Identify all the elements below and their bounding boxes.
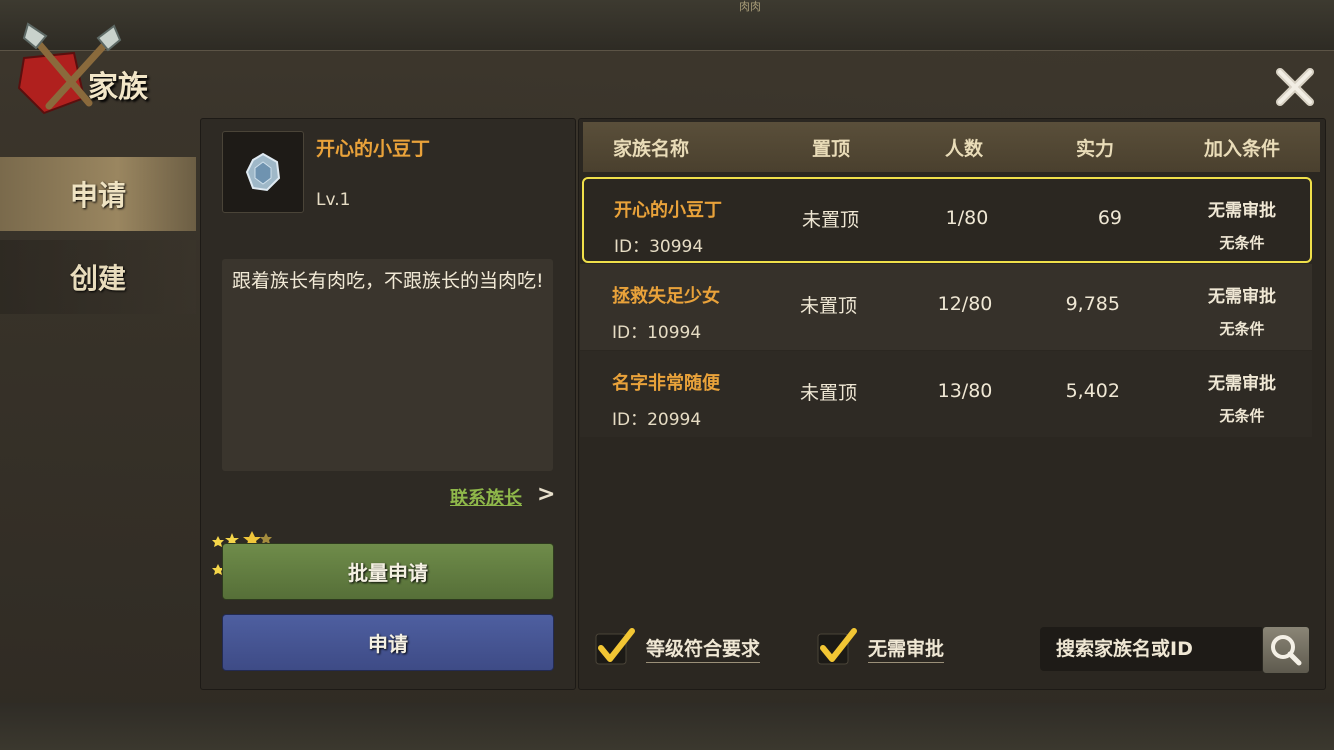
- close-icon[interactable]: [1274, 66, 1316, 108]
- apply-button[interactable]: 申请: [222, 614, 554, 671]
- join-condition-cell: 无需审批: [1208, 201, 1276, 221]
- pin-status-cell: 未置顶: [800, 382, 858, 404]
- contact-leader-link[interactable]: 联系族长: [450, 484, 522, 510]
- join-requirement-cell: 无条件: [1219, 407, 1265, 425]
- chevron-right-icon[interactable]: >: [537, 482, 555, 507]
- column-header-members: 人数: [945, 138, 984, 160]
- tab-create[interactable]: 创建: [0, 240, 196, 314]
- join-condition-cell: 无需审批: [1208, 287, 1276, 307]
- bottom-scene-strip: [0, 703, 1334, 750]
- column-header-power: 实力: [1076, 138, 1115, 160]
- top-scene-strip: 肉肉: [0, 0, 1334, 50]
- no-approval-filter-label[interactable]: 无需审批: [868, 634, 945, 663]
- batch-apply-button[interactable]: 批量申请: [222, 543, 554, 600]
- checkmark-icon[interactable]: [594, 626, 636, 668]
- power-cell: 9,785: [1065, 293, 1120, 315]
- table-row[interactable]: 开心的小豆丁 ID：30994 未置顶 1/80 69 无需审批 无条件: [582, 177, 1312, 263]
- join-requirement-cell: 无条件: [1219, 234, 1265, 252]
- member-count-cell: 12/80: [937, 293, 993, 315]
- clan-name-cell: 拯救失足少女: [612, 286, 720, 307]
- clan-avatar: [222, 131, 304, 213]
- pin-status-cell: 未置顶: [800, 295, 858, 317]
- search-input[interactable]: [1040, 627, 1266, 671]
- clan-name-cell: 名字非常随便: [612, 373, 720, 394]
- level-match-filter-label[interactable]: 等级符合要求: [646, 634, 761, 663]
- member-count-cell: 1/80: [945, 207, 989, 229]
- clan-id-cell: ID：10994: [612, 323, 702, 343]
- table-row[interactable]: 拯救失足少女 ID：10994 未置顶 12/80 9,785 无需审批 无条件: [580, 264, 1312, 350]
- member-count-cell: 13/80: [937, 380, 993, 402]
- clan-description: 跟着族长有肉吃，不跟族长的当肉吃!: [232, 270, 544, 292]
- selected-clan-name: 开心的小豆丁: [316, 138, 431, 160]
- clan-crystal-icon: [245, 152, 281, 192]
- search-icon[interactable]: [1262, 626, 1310, 674]
- selected-clan-level: Lv.1: [316, 190, 351, 210]
- clan-id-cell: ID：20994: [612, 410, 702, 430]
- join-condition-cell: 无需审批: [1208, 374, 1276, 394]
- power-cell: 69: [1097, 207, 1122, 229]
- column-header-pin: 置顶: [812, 138, 851, 160]
- page-title: 家族: [88, 70, 148, 105]
- power-cell: 5,402: [1065, 380, 1120, 402]
- table-row[interactable]: 名字非常随便 ID：20994 未置顶 13/80 5,402 无需审批 无条件: [580, 351, 1312, 437]
- top-scene-label: 肉肉: [739, 0, 761, 13]
- column-header-conditions: 加入条件: [1204, 138, 1281, 160]
- join-requirement-cell: 无条件: [1219, 320, 1265, 338]
- checkmark-icon[interactable]: [816, 626, 858, 668]
- tab-apply[interactable]: 申请: [0, 157, 196, 231]
- pin-status-cell: 未置顶: [802, 209, 860, 231]
- clan-name-cell: 开心的小豆丁: [614, 200, 722, 221]
- clan-id-cell: ID：30994: [614, 237, 704, 257]
- column-header-name: 家族名称: [613, 138, 690, 160]
